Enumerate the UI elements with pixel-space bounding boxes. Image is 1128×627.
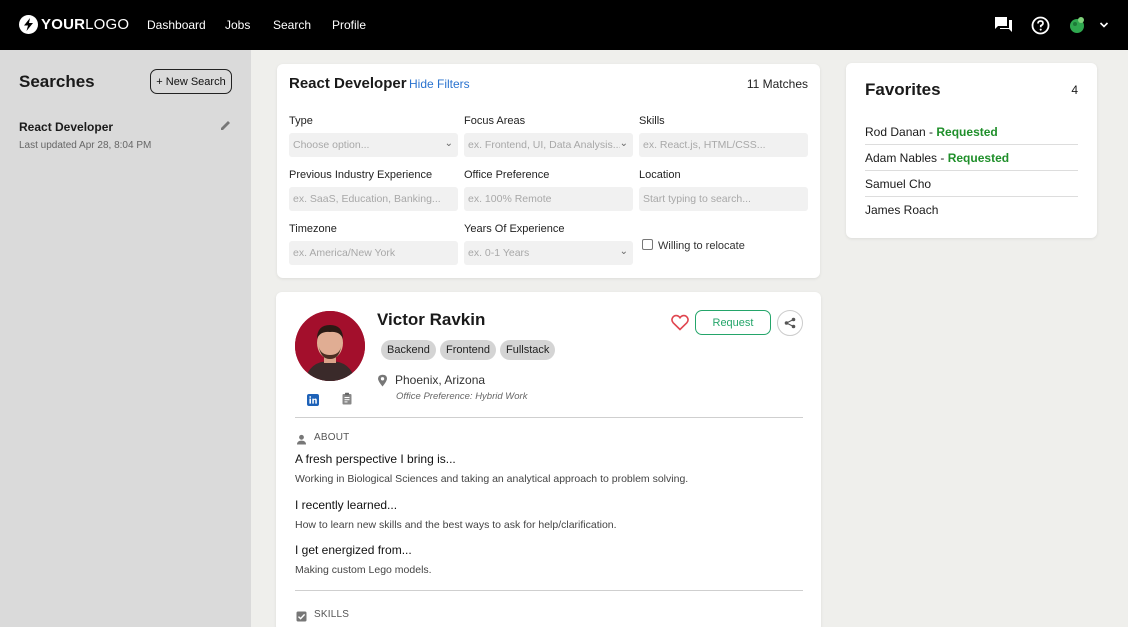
nav-dashboard[interactable]: Dashboard xyxy=(147,18,206,32)
location-input[interactable]: Start typing to search... xyxy=(639,187,808,211)
favorite-item[interactable]: James Roach xyxy=(865,197,1078,223)
nav-jobs[interactable]: Jobs xyxy=(225,18,250,32)
nav-search[interactable]: Search xyxy=(273,18,311,32)
favorites-count: 4 xyxy=(1071,83,1078,97)
type-label: Type xyxy=(289,115,313,127)
searches-sidebar: Searches + New Search React Developer La… xyxy=(0,50,251,627)
focus-areas-select[interactable]: ex. Frontend, UI, Data Analysis... ⌄ xyxy=(464,133,633,157)
filters-panel: React Developer Hide Filters 11 Matches … xyxy=(277,64,820,278)
years-experience-select[interactable]: ex. 0-1 Years ⌄ xyxy=(464,241,633,265)
checkbox-icon xyxy=(296,609,308,622)
heart-icon[interactable] xyxy=(671,314,689,332)
bolt-logo-icon xyxy=(19,15,38,34)
office-preference-label: Office Preference xyxy=(464,169,550,181)
favorites-panel: Favorites 4 Rod Danan - Requested Adam N… xyxy=(846,63,1097,238)
skill-tag: Frontend xyxy=(440,340,497,360)
candidate-card: Victor Ravkin Backend Frontend Fullstack… xyxy=(276,292,821,627)
type-select[interactable]: Choose option... ⌄ xyxy=(289,133,458,157)
logo[interactable]: YOURLOGO xyxy=(19,15,129,34)
nav-profile[interactable]: Profile xyxy=(332,18,366,32)
timezone-label: Timezone xyxy=(289,223,337,235)
favorite-item[interactable]: Samuel Cho xyxy=(865,171,1078,197)
search-title: React Developer xyxy=(289,75,407,92)
favorite-item[interactable]: Rod Danan - Requested xyxy=(865,119,1078,145)
chevron-down-icon: ⌄ xyxy=(619,246,628,257)
status-badge: Requested xyxy=(947,151,1010,165)
industry-label: Previous Industry Experience xyxy=(289,169,433,181)
hide-filters-link[interactable]: Hide Filters xyxy=(409,77,470,91)
chevron-down-icon[interactable] xyxy=(1094,15,1114,35)
years-experience-label: Years Of Experience xyxy=(464,223,565,235)
user-avatar-icon[interactable] xyxy=(1067,15,1087,35)
person-icon xyxy=(296,432,308,445)
office-preference: Office Preference: Hybrid Work xyxy=(396,391,528,402)
clipboard-icon[interactable] xyxy=(341,392,353,405)
timezone-input[interactable]: ex. America/New York xyxy=(289,241,458,265)
chevron-down-icon: ⌄ xyxy=(444,138,453,149)
about-section-label: ABOUT xyxy=(314,432,350,443)
saved-search-name[interactable]: React Developer xyxy=(19,120,113,134)
about-answer: How to learn new skills and the best way… xyxy=(295,519,617,531)
relocate-label[interactable]: Willing to relocate xyxy=(658,240,745,252)
skills-label: Skills xyxy=(639,115,665,127)
skills-section-label: SKILLS xyxy=(314,609,350,620)
searches-title: Searches xyxy=(19,72,95,91)
linkedin-icon[interactable] xyxy=(307,393,319,406)
skills-input[interactable]: ex. React.js, HTML/CSS... xyxy=(639,133,808,157)
logo-text: YOURLOGO xyxy=(41,16,130,33)
favorites-title: Favorites xyxy=(865,80,941,99)
location-label: Location xyxy=(639,169,681,181)
candidate-name: Victor Ravkin xyxy=(377,310,486,329)
focus-areas-label: Focus Areas xyxy=(464,115,526,127)
top-navigation-bar: YOURLOGO Dashboard Jobs Search Profile xyxy=(0,0,1128,50)
status-badge: Requested xyxy=(936,125,998,139)
industry-input[interactable]: ex. SaaS, Education, Banking... xyxy=(289,187,458,211)
share-icon[interactable] xyxy=(777,310,803,336)
chevron-down-icon: ⌄ xyxy=(619,138,628,149)
new-search-button[interactable]: + New Search xyxy=(150,69,232,94)
about-answer: Making custom Lego models. xyxy=(295,564,432,576)
request-button[interactable]: Request xyxy=(695,310,771,335)
skill-tag: Backend xyxy=(381,340,436,360)
about-question: I recently learned... xyxy=(295,498,398,512)
candidate-location: Phoenix, Arizona xyxy=(395,373,486,387)
divider xyxy=(295,590,803,591)
skill-tag: Fullstack xyxy=(500,340,556,360)
saved-search-updated: Last updated Apr 28, 8:04 PM xyxy=(19,140,152,151)
pencil-icon[interactable] xyxy=(219,119,232,132)
office-preference-input[interactable]: ex. 100% Remote xyxy=(464,187,633,211)
about-question: A fresh perspective I bring is... xyxy=(295,452,456,466)
divider xyxy=(295,417,803,418)
favorite-item[interactable]: Adam Nables - Requested xyxy=(865,145,1078,171)
chat-icon[interactable] xyxy=(993,15,1013,35)
avatar[interactable] xyxy=(295,311,365,381)
help-icon[interactable] xyxy=(1030,15,1050,35)
relocate-checkbox[interactable] xyxy=(642,239,653,250)
about-answer: Working in Biological Sciences and takin… xyxy=(295,473,689,485)
about-question: I get energized from... xyxy=(295,543,412,557)
matches-count: 11 Matches xyxy=(746,77,808,91)
map-pin-icon xyxy=(377,374,388,387)
